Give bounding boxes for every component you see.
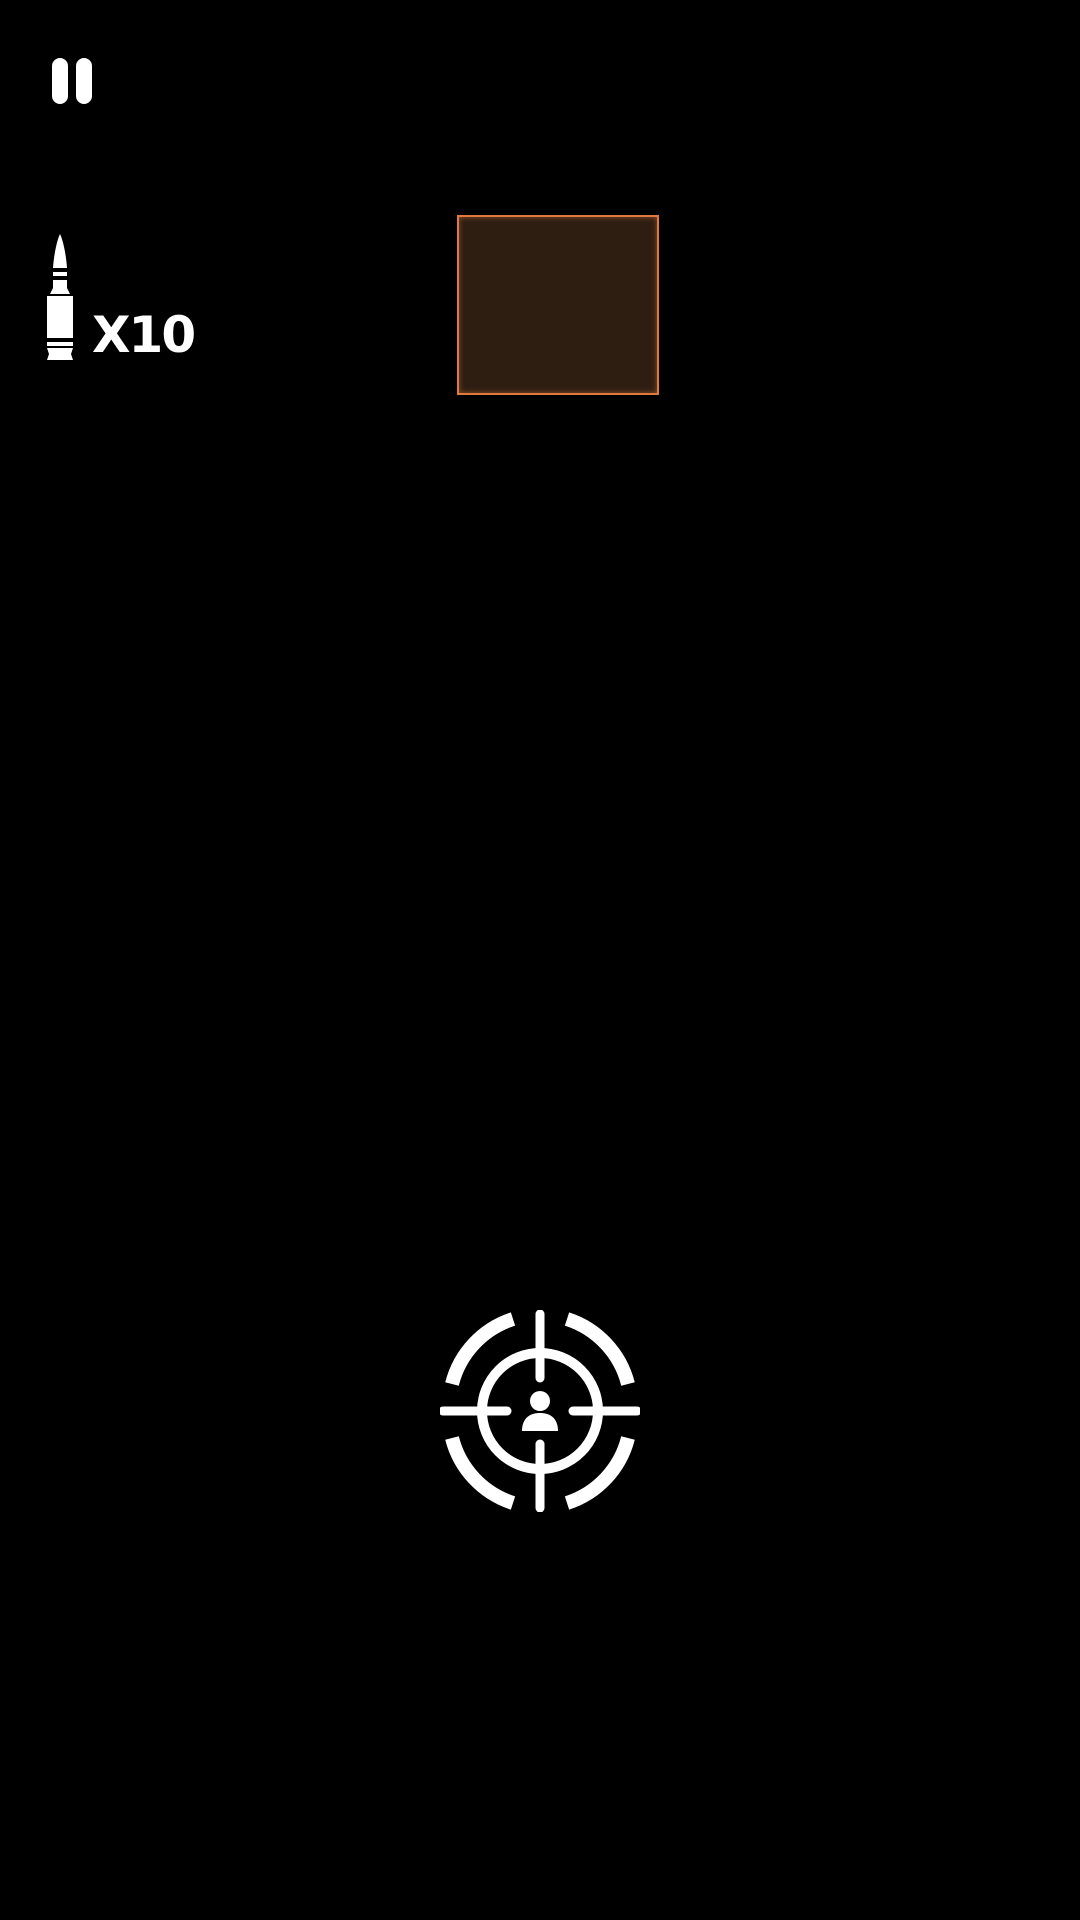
pause-icon-bar (76, 58, 92, 104)
target-panel (457, 215, 659, 395)
bullet-icon (47, 234, 73, 360)
pause-icon (52, 58, 68, 104)
ammo-count: X10 (92, 306, 196, 364)
ammo-counter: X10 (44, 232, 204, 362)
pause-button[interactable] (50, 56, 94, 106)
crosshair-icon[interactable] (440, 1310, 640, 1512)
